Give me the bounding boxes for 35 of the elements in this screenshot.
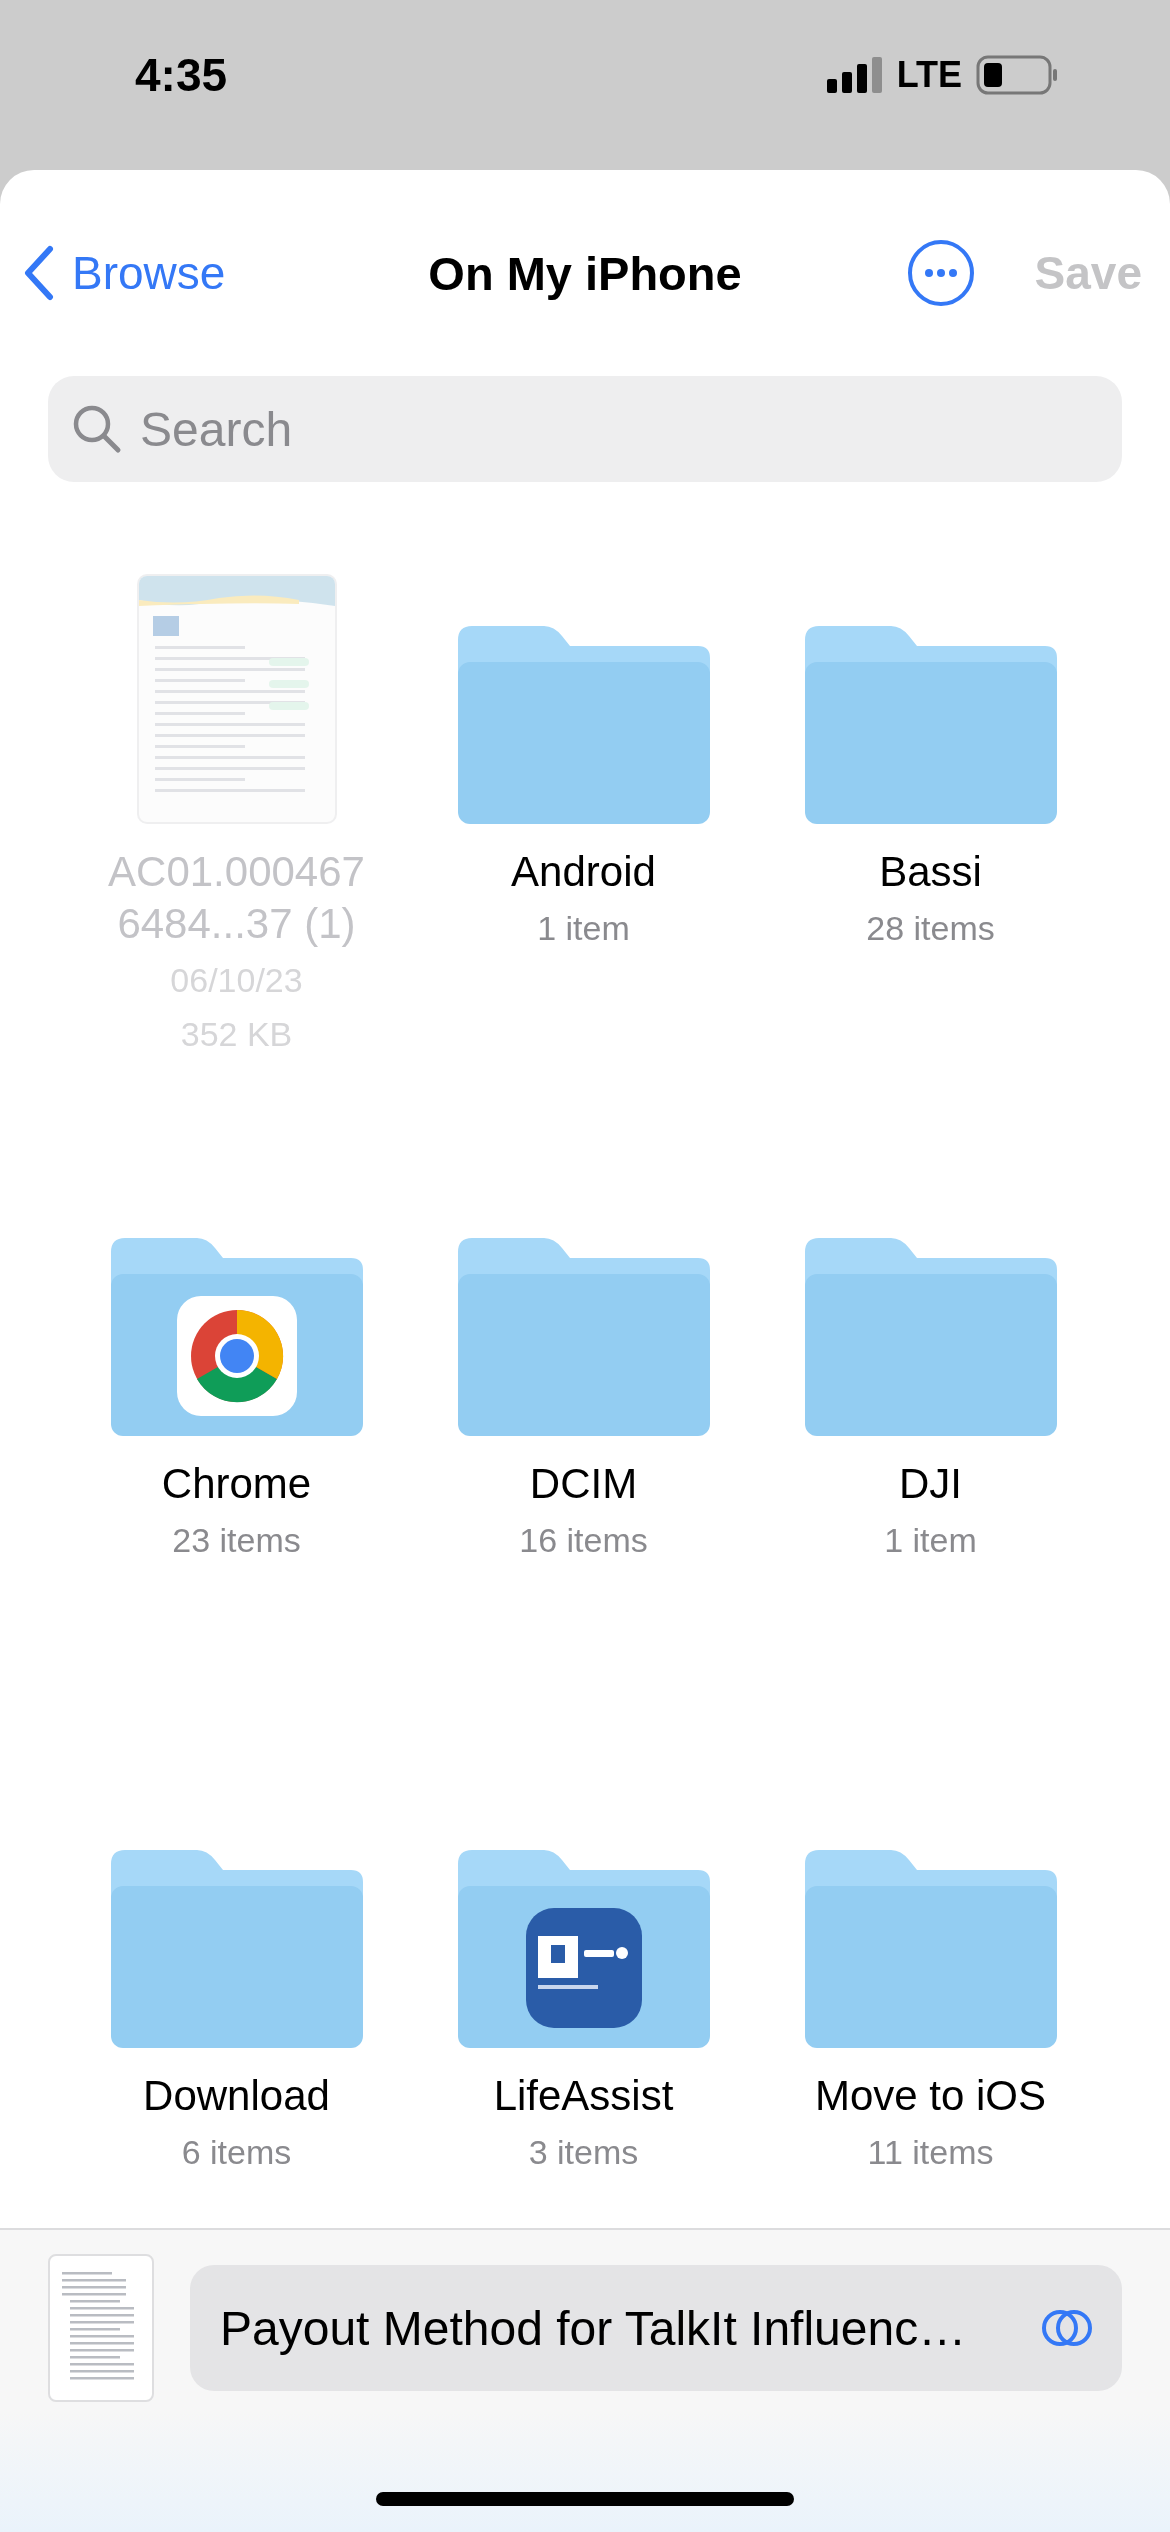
folder-name: DCIM (529, 1459, 638, 1509)
folder-icon[interactable] (110, 1238, 363, 1436)
back-button[interactable]: Browse (24, 245, 226, 301)
screen-title: On My iPhone (428, 245, 742, 301)
attachment-pill[interactable]: Payout Method for TalkIt Influenc… (190, 2265, 1122, 2391)
folder-name: Move to iOS (814, 2071, 1047, 2121)
search-field[interactable]: Search (48, 376, 1122, 482)
signal-icon (826, 57, 883, 93)
folder-name: LifeAssist (493, 2071, 674, 2121)
search-icon (72, 404, 122, 454)
folder-name: Download (143, 2071, 330, 2121)
folder-name: Android (511, 847, 656, 897)
chevron-left-icon (24, 245, 54, 301)
network-label: LTE (896, 54, 962, 96)
item-count: 3 items (528, 2132, 639, 2173)
folder-name: Bassi (879, 847, 982, 897)
item-count: 11 items (867, 2132, 994, 2173)
attachment-title: Payout Method for TalkIt Influenc… (220, 2300, 968, 2356)
battery-icon (976, 55, 1060, 95)
more-icon[interactable] (906, 239, 975, 307)
item-count: 6 items (181, 2132, 292, 2173)
document-thumbnail[interactable] (136, 574, 337, 824)
item-count: 23 items (172, 1520, 301, 1561)
file-name: AC01.0004676484...37 (1) (107, 847, 366, 949)
folder-icon[interactable] (457, 1850, 710, 2048)
interlocking-circles-icon[interactable] (1040, 2308, 1094, 2348)
folder-name: Chrome (161, 1459, 312, 1509)
folder-name: DJI (899, 1459, 962, 1509)
item-count: 28 items (866, 908, 995, 949)
clock-time: 4:35 (135, 48, 228, 102)
item-count: 16 items (519, 1520, 648, 1561)
browser-app-icon (176, 1296, 297, 1416)
insurance-app-icon (525, 1908, 642, 2028)
item-count: 1 item (537, 908, 630, 949)
item-count: 1 item (884, 1520, 977, 1561)
